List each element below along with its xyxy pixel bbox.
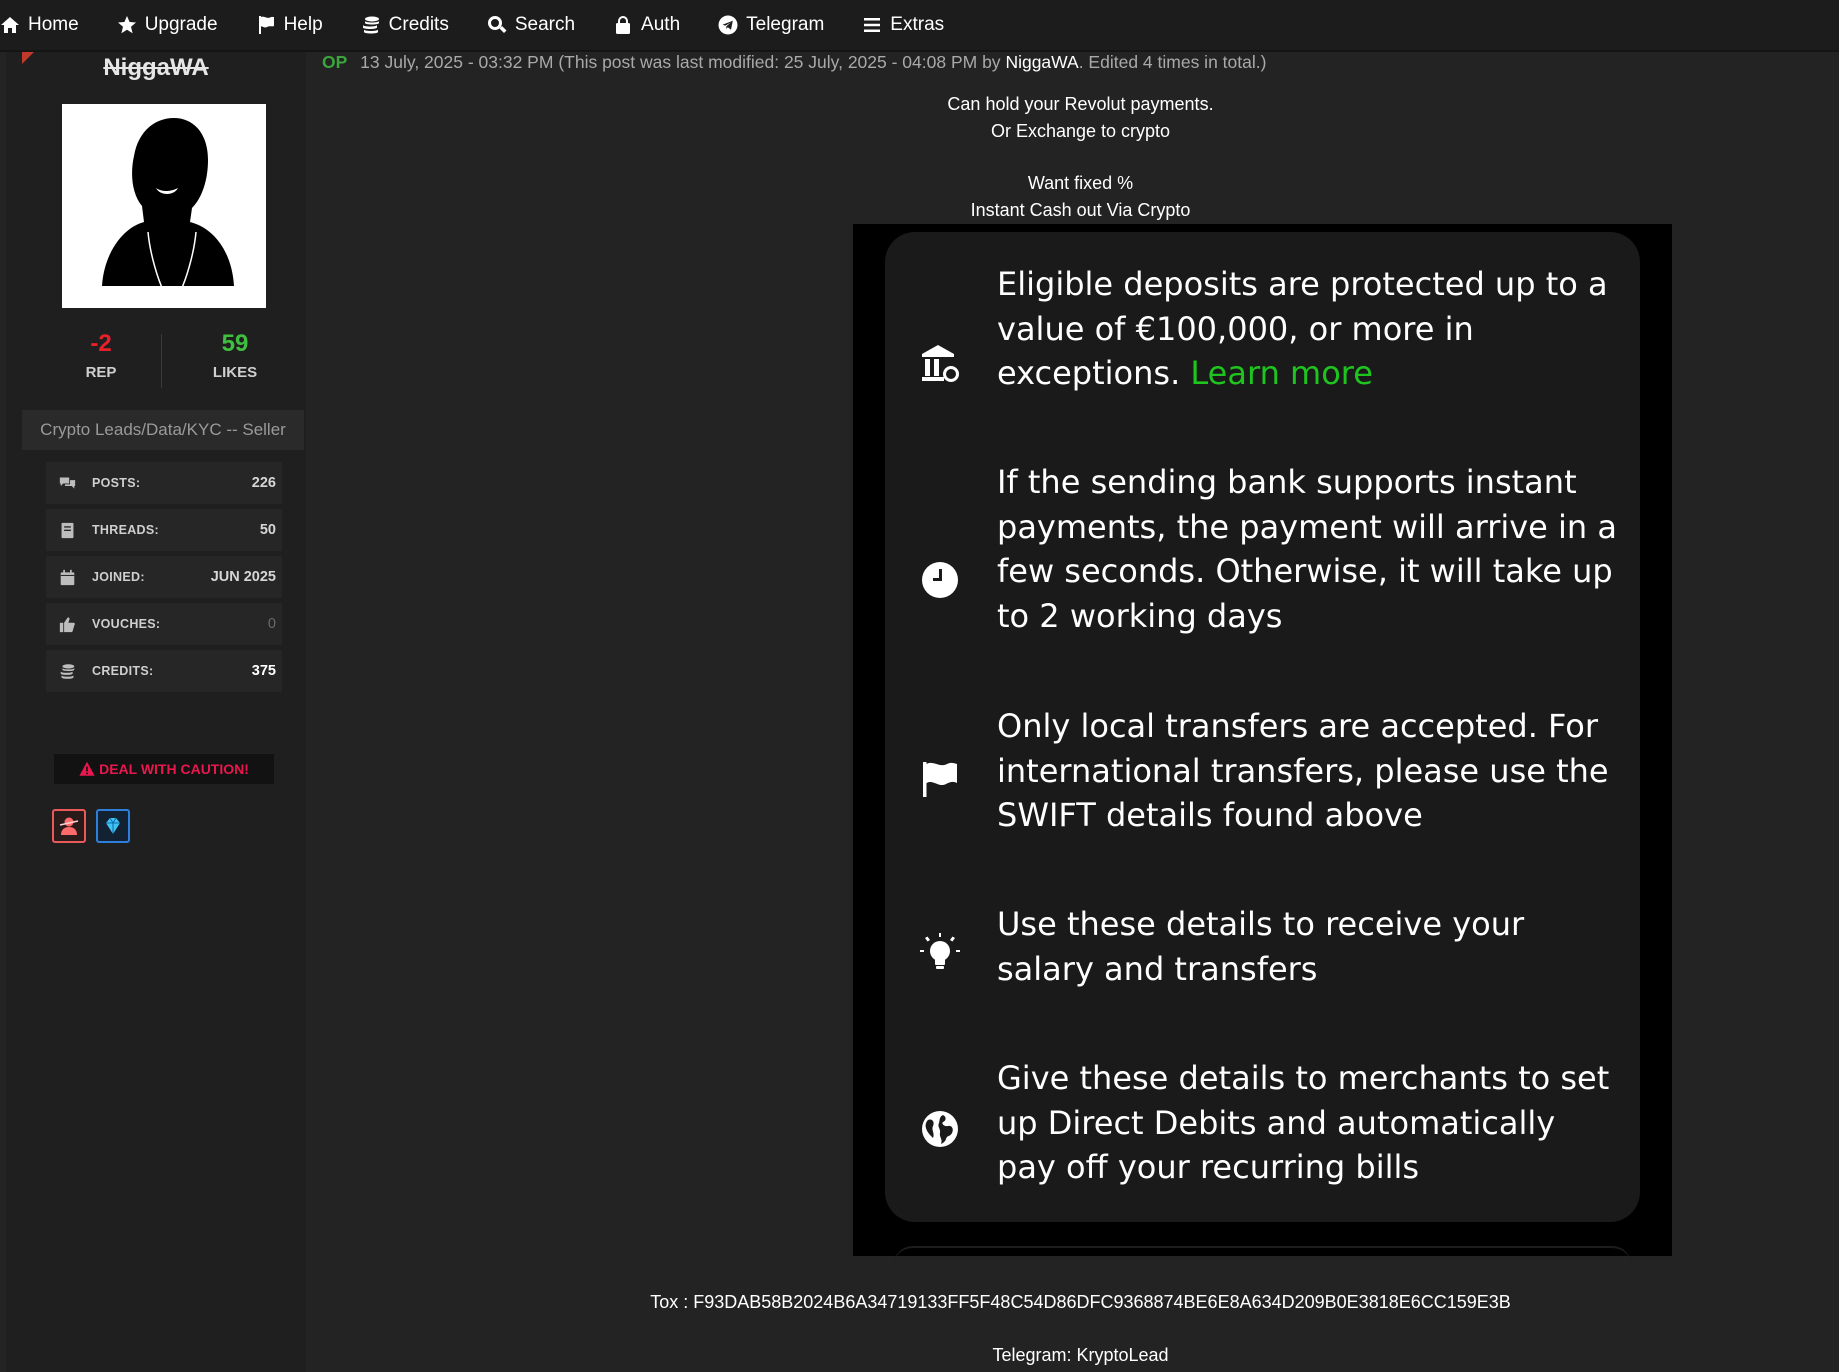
info-row-posts[interactable]: POSTS: 226 bbox=[46, 462, 282, 504]
lock-icon bbox=[613, 15, 633, 35]
username[interactable]: NiggaWA bbox=[6, 54, 306, 82]
vouches-label: VOUCHES: bbox=[92, 617, 161, 631]
flag-icon bbox=[917, 756, 963, 802]
info-row-credits[interactable]: CREDITS: 375 bbox=[46, 650, 282, 692]
nav-auth[interactable]: Auth bbox=[613, 0, 680, 50]
coins-icon bbox=[361, 15, 381, 35]
nav-credits[interactable]: Credits bbox=[361, 0, 449, 50]
info-row-joined: JOINED: JUN 2025 bbox=[46, 556, 282, 598]
caution-label: DEAL WITH CAUTION! bbox=[99, 761, 249, 777]
post-meta: OP 13 July, 2025 - 03:32 PM (This post w… bbox=[322, 52, 1266, 73]
card-item-text: Use these details to receive your salary… bbox=[997, 905, 1525, 988]
threads-label: THREADS: bbox=[92, 523, 159, 537]
menu-icon bbox=[862, 15, 882, 35]
learn-more-link[interactable]: Learn more bbox=[1190, 354, 1373, 392]
posts-value: 226 bbox=[251, 475, 276, 491]
calendar-icon bbox=[56, 568, 78, 586]
diamond-icon bbox=[106, 817, 120, 834]
info-row-threads[interactable]: THREADS: 50 bbox=[46, 509, 282, 551]
nav-credits-label: Credits bbox=[388, 14, 449, 35]
info-row-vouches[interactable]: VOUCHES: 0 bbox=[46, 603, 282, 645]
stat-divider bbox=[161, 334, 162, 388]
user-title: Crypto Leads/Data/KYC -- Seller bbox=[22, 410, 304, 450]
globe-icon bbox=[917, 1106, 963, 1152]
award-badge-1[interactable] bbox=[52, 809, 86, 843]
op-badge: OP bbox=[322, 52, 348, 72]
top-navigation: Home Upgrade Help Credits Search Auth Te… bbox=[0, 0, 1839, 52]
comments-icon bbox=[56, 474, 78, 492]
likes-value: 59 bbox=[221, 330, 249, 357]
user-sidebar: NiggaWA -2 REP 59 LIKES Crypto Leads/Dat… bbox=[6, 52, 306, 1372]
nav-extras-label: Extras bbox=[890, 14, 945, 35]
deal-with-caution-badge: DEAL WITH CAUTION! bbox=[54, 754, 274, 784]
rep-value: -2 bbox=[90, 330, 112, 357]
joined-value: JUN 2025 bbox=[210, 569, 276, 585]
card-item-text: If the sending bank supports instant pay… bbox=[997, 463, 1617, 635]
joined-label: JOINED: bbox=[92, 570, 145, 584]
lightbulb-icon bbox=[917, 930, 963, 976]
likes-block[interactable]: 59 LIKES bbox=[168, 330, 302, 381]
thread-icon bbox=[56, 521, 78, 539]
post-modified-author[interactable]: NiggaWA bbox=[1005, 52, 1078, 72]
credits-value: 375 bbox=[251, 663, 276, 679]
coins-icon bbox=[56, 662, 78, 680]
rep-block[interactable]: -2 REP bbox=[34, 330, 168, 381]
nav-extras[interactable]: Extras bbox=[862, 0, 944, 50]
thumbs-up-icon bbox=[56, 615, 78, 633]
user-award-icon bbox=[59, 817, 79, 835]
tox-id: Tox : F93DAB58B2024B6A34719133FF5F48C54D… bbox=[650, 1292, 1511, 1312]
post-modified-suffix: . Edited 4 times in total.) bbox=[1078, 52, 1267, 72]
embedded-screenshot[interactable]: Eligible deposits are protected up to a … bbox=[853, 224, 1672, 1256]
vouches-value: 0 bbox=[267, 616, 276, 632]
nav-home-label: Home bbox=[28, 14, 79, 35]
telegram-contact: Telegram: KryptoLead bbox=[992, 1345, 1169, 1365]
posts-label: POSTS: bbox=[92, 476, 141, 490]
card-item-text: Eligible deposits are protected up to a … bbox=[997, 262, 1617, 396]
nav-upgrade-label: Upgrade bbox=[144, 14, 218, 35]
post-line: Or Exchange to crypto bbox=[990, 121, 1171, 141]
nav-search[interactable]: Search bbox=[487, 0, 575, 50]
card-item-text: Give these details to merchants to set u… bbox=[997, 1059, 1610, 1186]
search-icon bbox=[487, 15, 507, 35]
home-icon bbox=[0, 15, 20, 35]
likes-label: LIKES bbox=[212, 364, 258, 381]
telegram-icon bbox=[718, 15, 738, 35]
next-card-edge bbox=[893, 1246, 1632, 1266]
flag-icon bbox=[256, 15, 276, 35]
nav-home[interactable]: Home bbox=[0, 0, 79, 50]
rep-label: REP bbox=[85, 364, 117, 381]
warning-icon bbox=[79, 761, 95, 776]
nav-telegram[interactable]: Telegram bbox=[718, 0, 824, 50]
award-badge-2[interactable] bbox=[96, 809, 130, 843]
nav-auth-label: Auth bbox=[641, 14, 681, 35]
nav-search-label: Search bbox=[514, 14, 576, 35]
clock-icon bbox=[917, 557, 963, 603]
info-card: Eligible deposits are protected up to a … bbox=[885, 232, 1640, 1222]
threads-value: 50 bbox=[259, 522, 276, 538]
card-item-text: Only local transfers are accepted. For i… bbox=[997, 707, 1609, 834]
star-icon bbox=[117, 15, 137, 35]
bank-icon bbox=[917, 340, 963, 386]
nav-telegram-label: Telegram bbox=[746, 14, 825, 35]
post-modified-prefix: (This post was last modified: 25 July, 2… bbox=[558, 52, 1001, 72]
nav-upgrade[interactable]: Upgrade bbox=[117, 0, 218, 50]
post-line: Instant Cash out Via Crypto bbox=[970, 200, 1191, 220]
post-date[interactable]: 13 July, 2025 - 03:32 PM bbox=[360, 52, 553, 72]
nav-help-label: Help bbox=[283, 14, 323, 35]
post-line: Can hold your Revolut payments. bbox=[947, 94, 1214, 114]
credits-label: CREDITS: bbox=[92, 664, 154, 678]
post-line: Want fixed % bbox=[1027, 173, 1134, 193]
avatar[interactable] bbox=[62, 104, 266, 308]
nav-help[interactable]: Help bbox=[256, 0, 323, 50]
